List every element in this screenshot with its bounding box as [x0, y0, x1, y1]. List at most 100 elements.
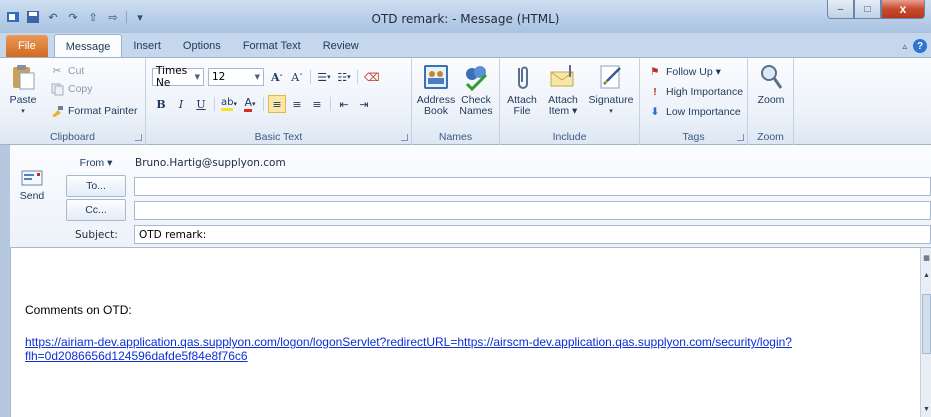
maximize-button[interactable]: □	[854, 0, 881, 19]
tab-right-controls: ▵ ?	[902, 39, 927, 53]
close-button[interactable]: x	[881, 0, 925, 19]
clear-formatting-icon[interactable]: ⌫	[362, 68, 382, 86]
send-envelope-icon	[21, 170, 43, 186]
attach-file-label-2: File	[513, 105, 531, 117]
tab-options[interactable]: Options	[172, 35, 232, 57]
scroll-thumb[interactable]	[922, 294, 931, 354]
cut-button[interactable]: ✂ Cut	[50, 62, 85, 80]
italic-button[interactable]: I	[172, 95, 190, 113]
subject-label: Subject:	[75, 229, 118, 241]
tab-insert[interactable]: Insert	[122, 35, 172, 57]
zoom-button[interactable]: Zoom	[752, 62, 790, 106]
exclamation-icon: !	[653, 86, 657, 98]
high-importance-button[interactable]: ! High Importance	[648, 83, 743, 101]
chevron-down-icon: ▼	[194, 73, 200, 81]
format-painter-label: Format Painter	[68, 105, 138, 117]
left-border	[0, 145, 10, 417]
paperclip-icon	[518, 66, 528, 89]
scroll-up-icon[interactable]: ▲	[922, 272, 931, 279]
tags-group: ⚑ Follow Up ▾ ! High Importance ⬇ Low Im…	[640, 58, 748, 145]
high-importance-label: High Importance	[666, 86, 744, 98]
check-names-icon	[465, 66, 488, 92]
from-value: Bruno.Hartig@supplyon.com	[135, 157, 286, 169]
from-button[interactable]: From ▾	[66, 152, 126, 174]
cut-label: Cut	[68, 65, 85, 77]
align-right-icon[interactable]: ≡	[308, 95, 326, 113]
align-center-icon[interactable]: ≡	[288, 95, 306, 113]
envelope-paperclip-icon	[550, 65, 574, 87]
signature-button[interactable]: Signature ▾	[586, 62, 636, 117]
decrease-indent-icon[interactable]: ⇤	[335, 95, 353, 113]
scroll-down-icon[interactable]: ▼	[922, 406, 931, 413]
to-button[interactable]: To...	[66, 175, 126, 197]
follow-up-button[interactable]: ⚑ Follow Up ▾	[648, 63, 721, 81]
toolbar-separator	[330, 97, 331, 111]
message-body[interactable]: Comments on OTD: https://airiam-dev.appl…	[10, 248, 920, 417]
subject-field[interactable]: OTD remark:	[134, 225, 931, 244]
cc-button[interactable]: Cc...	[66, 199, 126, 221]
zoom-group-label: Zoom	[757, 131, 784, 143]
tab-message[interactable]: Message	[53, 34, 123, 58]
font-size-select[interactable]: 12 ▼	[208, 68, 264, 86]
shrink-font-icon[interactable]: A ˅	[288, 68, 306, 86]
tab-file[interactable]: File	[6, 35, 48, 57]
attach-file-button[interactable]: Attach File	[504, 62, 540, 117]
toolbar-separator	[214, 97, 215, 111]
paste-icon	[13, 65, 35, 90]
basic-text-group: Times Ne ▼ 12 ▼ A ˄ A ˅ ☰ ▾ ☷ ▾ ⌫ B I U ab ▾ …	[146, 58, 412, 145]
zoom-group: Zoom Zoom	[748, 58, 794, 145]
grow-font-icon[interactable]: A ˄	[268, 68, 286, 86]
ruler-icon[interactable]: ▦	[922, 254, 931, 262]
link-text-2[interactable]: flh=0d2086656d124596dafde5f84e8f76c6	[25, 349, 248, 363]
bold-button[interactable]: B	[152, 95, 170, 113]
send-button[interactable]: Send	[14, 159, 50, 213]
title-bar: ↶ ↷ ⇧ ⇨ ▾ OTD remark: - Message (HTML) –…	[0, 0, 931, 33]
tab-format-text[interactable]: Format Text	[232, 35, 312, 57]
basic-text-launcher-icon[interactable]	[401, 134, 408, 141]
align-left-icon[interactable]: ≡	[268, 95, 286, 113]
increase-indent-icon[interactable]: ⇥	[355, 95, 373, 113]
clipboard-group: Paste ▾ ✂ Cut Copy Format Painter Clipbo…	[0, 58, 146, 145]
follow-up-label: Follow Up ▾	[666, 66, 721, 78]
minimize-button[interactable]: –	[827, 0, 854, 19]
clipboard-launcher-icon[interactable]	[135, 134, 142, 141]
address-book-button[interactable]: Address Book	[416, 62, 456, 117]
link-line-2[interactable]: flh=0d2086656d124596dafde5f84e8f76c6	[25, 349, 248, 363]
underline-button[interactable]: U	[192, 95, 210, 113]
tab-review[interactable]: Review	[312, 35, 370, 57]
help-icon[interactable]: ?	[913, 39, 927, 53]
tags-launcher-icon[interactable]	[737, 134, 744, 141]
comments-text: Comments on OTD:	[25, 303, 132, 317]
font-size-tools: A ˄ A ˅ ☰ ▾ ☷ ▾ ⌫	[268, 67, 382, 87]
link-line-1[interactable]: https://airiam-dev.application.qas.suppl…	[25, 335, 792, 349]
highlight-icon[interactable]: ab ▾	[219, 95, 239, 113]
minimize-ribbon-icon[interactable]: ▵	[902, 41, 907, 52]
paste-button[interactable]: Paste ▾	[6, 62, 40, 117]
font-color-icon[interactable]: A ▾	[241, 95, 259, 113]
down-arrow-icon: ⬇	[650, 106, 660, 118]
check-names-button[interactable]: Check Names	[456, 62, 496, 117]
format-buttons: B I U ab ▾ A ▾ ≡ ≡ ≡ ⇤ ⇥	[152, 94, 373, 114]
toolbar-separator	[263, 97, 264, 111]
link-text-1[interactable]: https://airiam-dev.application.qas.suppl…	[25, 335, 792, 349]
basic-text-group-label: Basic Text	[254, 131, 303, 143]
copy-button[interactable]: Copy	[50, 80, 93, 98]
window-title: OTD remark: - Message (HTML)	[371, 12, 560, 26]
copy-icon	[50, 82, 64, 96]
to-field[interactable]	[134, 177, 931, 196]
vertical-scrollbar[interactable]: ▦ ▲ ▼	[920, 248, 931, 417]
low-importance-button[interactable]: ⬇ Low Importance	[648, 103, 741, 121]
signature-label-1: Signature	[588, 94, 634, 106]
address-book-icon	[424, 65, 448, 89]
signature-label-2: ▾	[609, 108, 613, 115]
cc-field[interactable]	[134, 201, 931, 220]
format-painter-button[interactable]: Format Painter	[50, 102, 137, 120]
signature-icon	[600, 65, 621, 89]
names-group-label: Names	[438, 131, 473, 143]
font-name-select[interactable]: Times Ne ▼	[152, 65, 204, 89]
low-importance-label: Low Importance	[666, 106, 741, 118]
message-header: Send From ▾ Bruno.Hartig@supplyon.com To…	[0, 145, 931, 248]
attach-item-button[interactable]: Attach Item ▾	[542, 62, 584, 117]
numbering-icon[interactable]: ☷ ▾	[335, 68, 353, 86]
bullets-icon[interactable]: ☰ ▾	[315, 68, 333, 86]
